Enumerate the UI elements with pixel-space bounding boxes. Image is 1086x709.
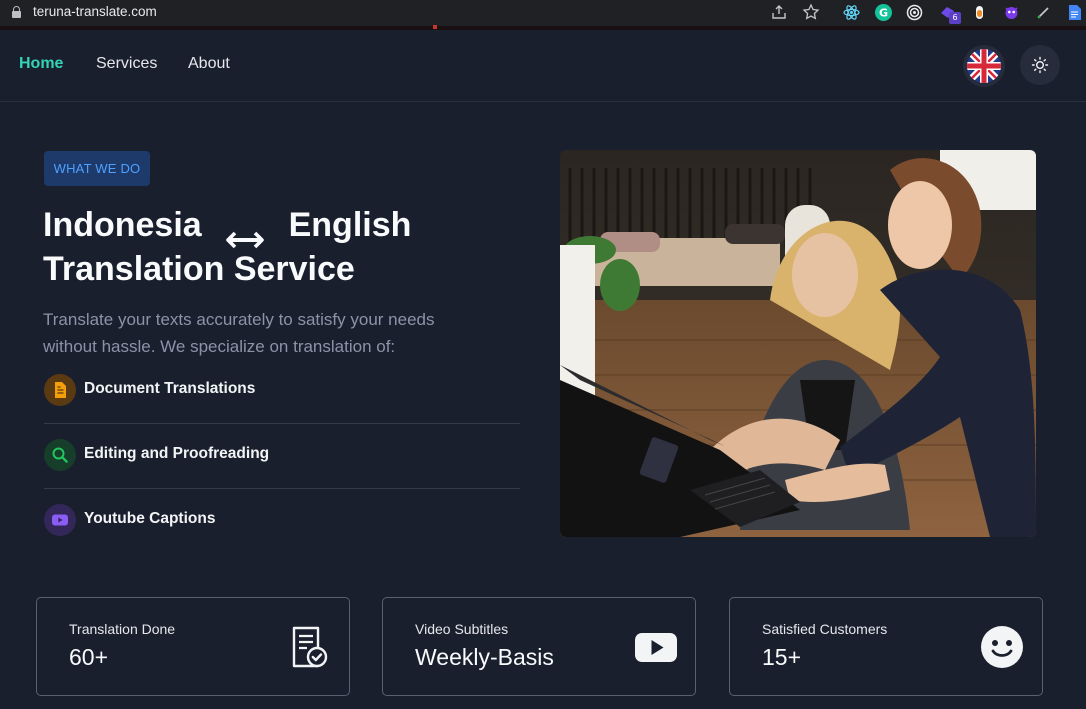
- lock-icon[interactable]: [12, 6, 21, 18]
- stat-card-translations: Translation Done 60+: [36, 597, 350, 696]
- service-label: Editing and Proofreading: [84, 445, 270, 462]
- verified-document-icon: [288, 625, 332, 669]
- divider: [44, 423, 520, 424]
- uk-flag-icon: [967, 49, 1001, 83]
- nav-link-services[interactable]: Services: [96, 55, 157, 73]
- address-bar[interactable]: teruna-translate.com: [0, 0, 828, 25]
- extension-badge: 6: [949, 12, 961, 24]
- youtube-play-icon: [634, 625, 678, 669]
- hero-title: Indonesia English Translation Service: [43, 203, 513, 291]
- pen-extension-icon[interactable]: [1035, 4, 1052, 21]
- stat-title: Translation Done: [69, 621, 176, 637]
- stat-value: Weekly-Basis: [415, 644, 554, 670]
- title-language-to: English: [288, 206, 412, 244]
- nav-link-home[interactable]: Home: [19, 55, 63, 73]
- theme-toggle-button[interactable]: [1020, 45, 1060, 85]
- stat-title: Satisfied Customers: [762, 621, 888, 637]
- grammarly-icon[interactable]: G: [875, 4, 892, 21]
- title-language-from: Indonesia: [43, 206, 202, 244]
- react-devtools-icon[interactable]: [843, 4, 860, 21]
- bookmark-star-icon[interactable]: [802, 3, 820, 21]
- url-text[interactable]: teruna-translate.com: [33, 4, 157, 19]
- search-icon: [44, 439, 76, 471]
- share-icon[interactable]: [770, 3, 788, 21]
- language-switcher-button[interactable]: [963, 45, 1005, 87]
- document-icon: [44, 374, 76, 406]
- service-item-youtube[interactable]: Youtube Captions: [44, 504, 520, 569]
- youtube-icon: [44, 504, 76, 536]
- stat-card-customers: Satisfied Customers 15+: [729, 597, 1043, 696]
- service-item-editing[interactable]: Editing and Proofreading: [44, 439, 520, 504]
- stat-title: Video Subtitles: [415, 621, 509, 637]
- sun-icon: [1031, 56, 1049, 74]
- orange-extension-icon[interactable]: [971, 4, 988, 21]
- service-label: Document Translations: [84, 380, 256, 397]
- nav-link-about[interactable]: About: [188, 55, 230, 73]
- loading-indicator: [433, 25, 437, 29]
- smiley-face-icon: [980, 625, 1024, 669]
- stat-card-subtitles: Video Subtitles Weekly-Basis: [382, 597, 696, 696]
- site-navbar: Home Services About: [0, 30, 1086, 102]
- stat-value: 60+: [69, 644, 109, 670]
- service-label: Youtube Captions: [84, 510, 216, 527]
- divider: [44, 488, 520, 489]
- docs-extension-icon[interactable]: [1066, 4, 1083, 21]
- monster-extension-icon[interactable]: [1003, 4, 1020, 21]
- browser-toolbar: teruna-translate.com G 6: [0, 0, 1086, 30]
- target-extension-icon[interactable]: [906, 4, 923, 21]
- title-line-2: Translation Service: [43, 250, 355, 288]
- section-badge: WHAT WE DO: [44, 151, 150, 186]
- svg-text:G: G: [879, 7, 888, 20]
- hero-photo: [560, 150, 1036, 537]
- service-item-document[interactable]: Document Translations: [44, 374, 520, 439]
- double-arrow-icon: [225, 217, 265, 249]
- hero-description: Translate your texts accurately to satis…: [43, 310, 435, 356]
- stat-value: 15+: [762, 644, 802, 670]
